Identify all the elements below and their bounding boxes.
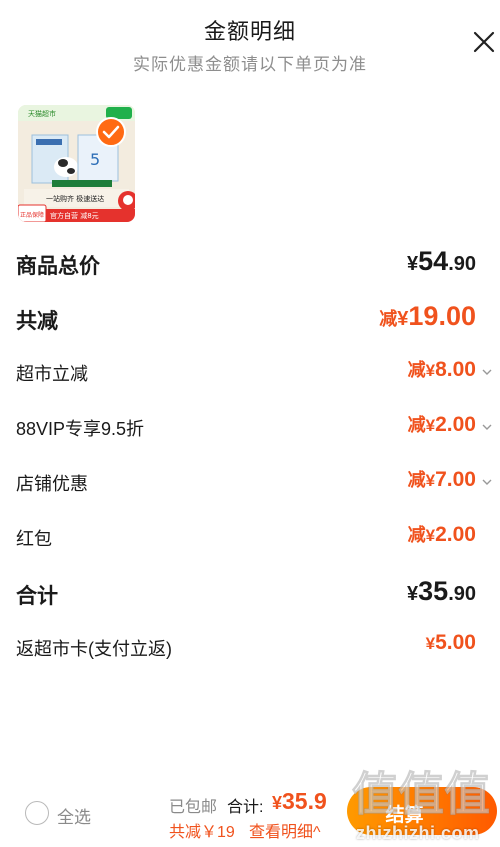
genuine-badge: 正品保障 — [20, 211, 44, 219]
select-all-label[interactable]: 全选 — [57, 803, 91, 828]
supermarket-discount-value: 减¥8.00 — [407, 358, 476, 381]
subtotal-label: 商品总价 — [16, 255, 100, 278]
vip-discount-value: 减¥2.00 — [407, 413, 476, 436]
redpacket-label: 红包 — [16, 529, 52, 549]
page-subtitle: 实际优惠金额请以下单页为准 — [133, 55, 367, 74]
redpacket-row: 红包 减¥2.00 — [0, 517, 500, 557]
vip-discount-row[interactable]: 88VIP专享9.5折 减¥2.00 — [0, 407, 500, 447]
selected-check-badge — [96, 117, 126, 147]
total-label: 合计 — [16, 585, 58, 608]
subtotal-value: ¥54.90 — [407, 246, 476, 276]
supermarket-discount-row[interactable]: 超市立减 减¥8.00 — [0, 352, 500, 392]
chevron-down-icon[interactable] — [481, 421, 493, 433]
total-discount-row: 共减 减¥19.00 — [0, 297, 500, 337]
store-discount-row[interactable]: 店铺优惠 减¥7.00 — [0, 462, 500, 502]
chevron-down-icon[interactable] — [481, 366, 493, 378]
redpacket-value: 减¥2.00 — [407, 523, 476, 546]
chevron-down-icon[interactable] — [481, 476, 493, 488]
view-details-link[interactable]: 查看明细^ — [249, 818, 321, 842]
store-discount-value: 减¥7.00 — [407, 468, 476, 491]
close-icon[interactable] — [470, 28, 498, 56]
footer-total-value: ¥35.9 — [272, 788, 327, 814]
footer-total-label: 合计: — [227, 799, 264, 816]
page-title: 金额明细 — [203, 19, 296, 44]
tmall-mart-badge: 天猫超市 — [28, 109, 56, 118]
total-discount-value: 减¥19.00 — [379, 301, 476, 331]
cashback-row: 返超市卡(支付立返) ¥5.00 — [0, 627, 500, 667]
header: 金额明细 实际优惠金额请以下单页为准 — [0, 0, 500, 90]
free-shipping-label: 已包邮 — [169, 799, 218, 816]
select-all-radio[interactable] — [25, 801, 49, 825]
fast-delivery-badge: 一站购齐 极速送达 — [46, 194, 104, 203]
total-discount-label: 共减 — [16, 310, 58, 333]
product-image: 天猫超市 5 一站购齐 极速送达 官方自营 减8元 正品保障 — [18, 105, 135, 222]
footer-saved-text: 共减￥19 — [169, 824, 235, 841]
svg-text:5: 5 — [90, 150, 100, 169]
official-selfrun-badge: 官方自营 减8元 — [50, 211, 99, 220]
vip-discount-label: 88VIP专享9.5折 — [16, 419, 145, 439]
store-discount-label: 店铺优惠 — [16, 474, 88, 494]
total-row: 合计 ¥35.90 — [0, 572, 500, 612]
watermark-url: zhizhizhi.com — [356, 823, 480, 843]
supermarket-discount-label: 超市立减 — [16, 364, 88, 384]
product-thumbnail[interactable]: 天猫超市 5 一站购齐 极速送达 官方自营 减8元 正品保障 — [18, 105, 135, 222]
subtotal-row: 商品总价 ¥54.90 — [0, 242, 500, 282]
total-value: ¥35.90 — [407, 576, 476, 606]
cashback-value: ¥5.00 — [425, 631, 476, 654]
cashback-label: 返超市卡(支付立返) — [16, 639, 172, 659]
